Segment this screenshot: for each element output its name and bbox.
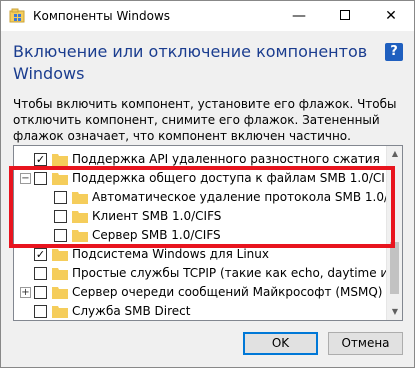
feature-label: Сервер очереди сообщений Майкрософт (MSM… — [72, 285, 383, 299]
feature-checkbox[interactable] — [34, 286, 47, 299]
vertical-scrollbar[interactable]: ▲ ▼ — [386, 146, 402, 320]
feature-label: Клиент SMB 1.0/CIFS — [92, 209, 222, 223]
feature-item-smb1-client[interactable]: Клиент SMB 1.0/CIFS — [14, 207, 388, 226]
feature-label: Служба SMB Direct — [72, 304, 191, 318]
feature-checkbox[interactable]: ✓ — [34, 248, 47, 261]
feature-item-smb-direct[interactable]: Служба SMB Direct — [14, 302, 388, 320]
minimize-button[interactable]: — — [276, 1, 322, 31]
feature-checkbox[interactable] — [34, 172, 47, 185]
scroll-thumb[interactable] — [390, 242, 399, 294]
feature-checkbox[interactable]: ✓ — [34, 153, 47, 166]
help-icon[interactable]: ? — [385, 43, 403, 61]
feature-checkbox[interactable] — [54, 210, 67, 223]
feature-item-smb1-server[interactable]: Сервер SMB 1.0/CIFS — [14, 226, 388, 245]
feature-label: Поддержка общего доступа к файлам SMB 1.… — [72, 171, 400, 185]
title-bar[interactable]: Компоненты Windows — ✕ — [1, 1, 414, 31]
window-title: Компоненты Windows — [33, 9, 171, 23]
folder-icon — [52, 249, 68, 261]
feature-item-rdc[interactable]: ✓ Поддержка API удаленного разностного с… — [14, 150, 388, 169]
feature-label: Автоматическое удаление протокола SMB 1.… — [92, 190, 403, 204]
scroll-up-icon[interactable]: ▲ — [387, 146, 402, 162]
ok-button[interactable]: OK — [243, 332, 318, 355]
expand-icon[interactable]: + — [20, 287, 31, 298]
cancel-button[interactable]: Отмена — [328, 332, 403, 355]
maximize-icon — [340, 10, 350, 20]
maximize-button[interactable] — [322, 1, 368, 31]
scroll-down-icon[interactable]: ▼ — [387, 304, 402, 320]
folder-icon — [52, 287, 68, 299]
folder-icon — [72, 211, 88, 223]
feature-label: Сервер SMB 1.0/CIFS — [92, 228, 221, 242]
folder-icon — [72, 230, 88, 242]
page-title: Включение или отключение компонентов Win… — [13, 42, 368, 83]
feature-label: Простые службы TCPIP (такие как echo, da… — [72, 266, 403, 280]
feature-label: Поддержка API удаленного разностного сжа… — [72, 152, 380, 166]
features-tree[interactable]: ✓ Поддержка API удаленного разностного с… — [13, 145, 403, 321]
feature-item-wsl[interactable]: ✓ Подсистема Windows для Linux — [14, 245, 388, 264]
folder-icon — [52, 268, 68, 280]
feature-label: Подсистема Windows для Linux — [72, 247, 269, 261]
folder-icon — [52, 173, 68, 185]
collapse-icon[interactable]: − — [20, 173, 31, 184]
folder-icon — [52, 306, 68, 318]
feature-item-smb1[interactable]: − Поддержка общего доступа к файлам SMB … — [14, 169, 399, 188]
feature-checkbox[interactable] — [54, 229, 67, 242]
feature-checkbox[interactable] — [34, 305, 47, 318]
dialog-window: Компоненты Windows — ✕ Включение или отк… — [0, 0, 415, 368]
feature-checkbox[interactable] — [54, 191, 67, 204]
windows-features-icon — [9, 8, 25, 23]
feature-checkbox[interactable] — [34, 267, 47, 280]
close-button[interactable]: ✕ — [368, 1, 414, 31]
feature-item-smb1-autoremove[interactable]: Автоматическое удаление протокола SMB 1.… — [14, 188, 402, 207]
folder-icon — [52, 154, 68, 166]
feature-item-tcpip[interactable]: Простые службы TCPIP (такие как echo, da… — [14, 264, 402, 283]
instructions-text: Чтобы включить компонент, установите его… — [13, 97, 397, 143]
folder-icon — [72, 192, 88, 204]
feature-item-msmq[interactable]: + Сервер очереди сообщений Майкрософт (M… — [14, 283, 388, 302]
